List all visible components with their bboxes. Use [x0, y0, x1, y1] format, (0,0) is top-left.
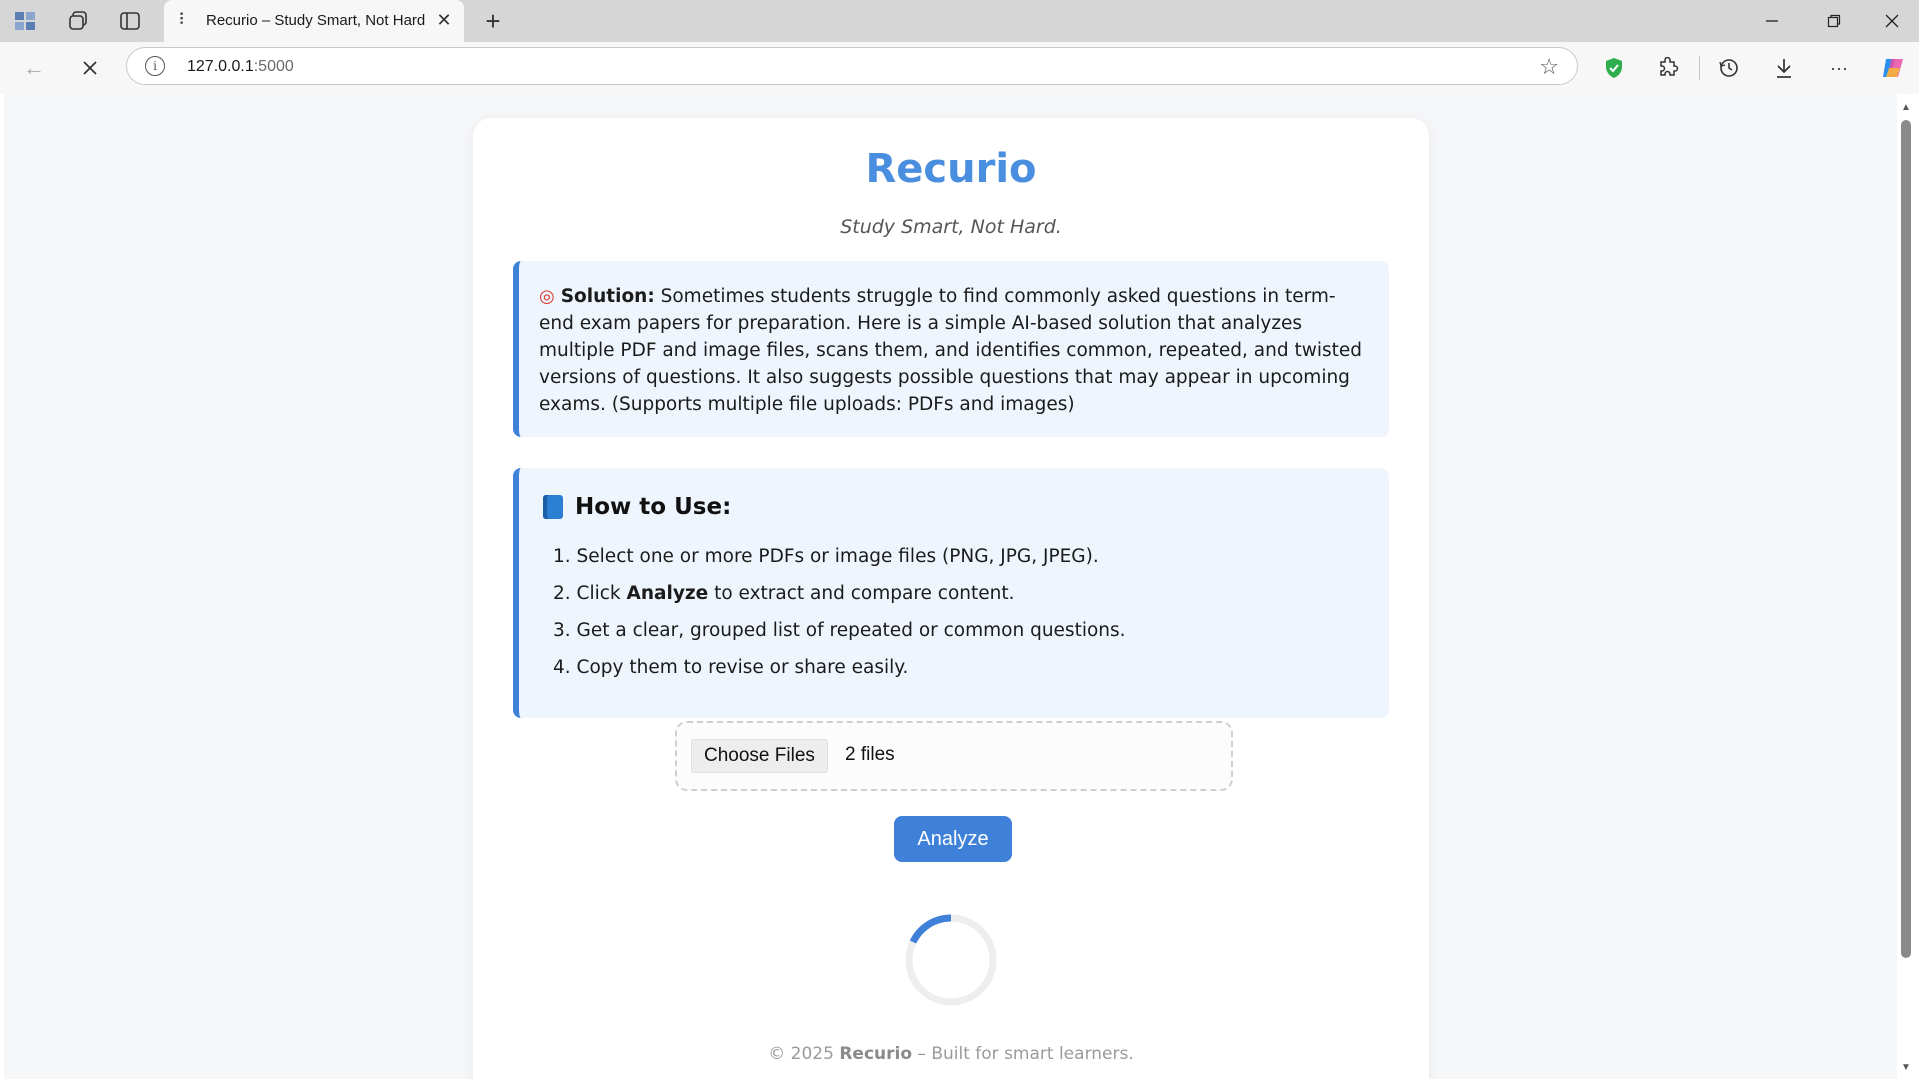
page-viewport: Recurio Study Smart, Not Hard. ◎ Solution… [4, 94, 1897, 1079]
site-info-icon[interactable]: i [145, 56, 165, 76]
step-text: Click [576, 583, 627, 604]
app-menu-icon[interactable] [10, 6, 42, 36]
solution-box: ◎ Solution: Sometimes students struggle t… [513, 261, 1389, 437]
footer-suffix: – Built for smart learners. [912, 1044, 1134, 1064]
choose-files-button[interactable]: Choose Files [691, 739, 828, 773]
step-bold-text: Analyze [626, 583, 709, 604]
toolbar-separator [1699, 56, 1700, 80]
restore-icon[interactable] [1814, 6, 1854, 36]
copilot-icon[interactable] [1877, 52, 1909, 84]
shield-icon[interactable] [1598, 52, 1630, 84]
step-text: Copy them to revise or share easily. [576, 657, 909, 678]
solution-label: Solution: [560, 286, 655, 307]
browser-toolbar: ← i 127.0.0.1:5000 ☆ ··· [0, 42, 1919, 94]
extensions-icon[interactable] [1652, 52, 1684, 84]
howto-step: 3. Get a clear, grouped list of repeated… [543, 612, 1363, 649]
howto-step: 2. Click Analyze to extract and compare … [543, 575, 1363, 612]
howto-steps: 1. Select one or more PDFs or image file… [543, 538, 1363, 686]
close-tab-icon[interactable]: ✕ [432, 8, 456, 32]
footer-brand: Recurio [839, 1044, 913, 1064]
step-number: 1. [553, 546, 571, 567]
step-number: 3. [553, 620, 571, 641]
minimize-icon[interactable] [1752, 6, 1792, 36]
step-text-suffix: to extract and compare content. [708, 583, 1015, 604]
file-count-text: 2 files [845, 744, 895, 765]
howto-heading-row: How to Use: [543, 490, 1363, 524]
howto-box: How to Use: 1. Select one or more PDFs o… [513, 468, 1389, 718]
more-icon[interactable]: ··· [1823, 52, 1855, 84]
workspaces-icon[interactable] [62, 6, 94, 36]
file-upload-area[interactable]: Choose Files 2 files [675, 721, 1233, 791]
solution-text: Sometimes students struggle to find comm… [539, 286, 1363, 415]
howto-step: 4. Copy them to revise or share easily. [543, 649, 1363, 686]
loading-spinner-icon [905, 914, 997, 1006]
close-window-icon[interactable] [1872, 6, 1912, 36]
browser-tab-bar: ⠇ Recurio – Study Smart, Not Hard ✕ + [0, 0, 1919, 42]
analyze-button[interactable]: Analyze [894, 816, 1012, 862]
new-tab-icon[interactable]: + [478, 6, 508, 36]
footer-text: © 2025 Recurio – Built for smart learner… [473, 1044, 1429, 1064]
url-port: :5000 [253, 58, 294, 75]
main-card: Recurio Study Smart, Not Hard. ◎ Solution… [473, 118, 1429, 1079]
scroll-up-icon[interactable]: ▲ [1899, 100, 1913, 114]
book-icon [543, 495, 563, 519]
url-text: 127.0.0.1:5000 [187, 58, 294, 76]
scroll-thumb[interactable] [1901, 120, 1911, 958]
address-bar[interactable]: i 127.0.0.1:5000 ☆ [126, 47, 1578, 85]
app-tagline: Study Smart, Not Hard. [840, 216, 1062, 238]
url-host: 127.0.0.1 [187, 58, 254, 75]
active-tab[interactable]: ⠇ Recurio – Study Smart, Not Hard ✕ [164, 0, 464, 42]
app-title: Recurio [865, 146, 1037, 192]
favorite-star-icon[interactable]: ☆ [1539, 54, 1559, 80]
step-number: 4. [553, 657, 571, 678]
footer-prefix: © 2025 [768, 1044, 840, 1064]
step-text: Get a clear, grouped list of repeated or… [576, 620, 1126, 641]
tab-loading-icon: ⠇ [178, 12, 190, 29]
scroll-down-icon[interactable]: ▼ [1899, 1060, 1913, 1074]
tab-title: Recurio – Study Smart, Not Hard [206, 12, 426, 29]
step-number: 2. [553, 583, 571, 604]
howto-step: 1. Select one or more PDFs or image file… [543, 538, 1363, 575]
tab-actions-icon[interactable] [114, 6, 146, 36]
stop-icon[interactable] [74, 52, 106, 84]
downloads-icon[interactable] [1768, 52, 1800, 84]
step-text: Select one or more PDFs or image files (… [576, 546, 1099, 567]
back-icon[interactable]: ← [18, 52, 50, 84]
target-icon: ◎ [539, 286, 555, 307]
howto-heading: How to Use: [575, 494, 732, 520]
history-icon[interactable] [1713, 52, 1745, 84]
